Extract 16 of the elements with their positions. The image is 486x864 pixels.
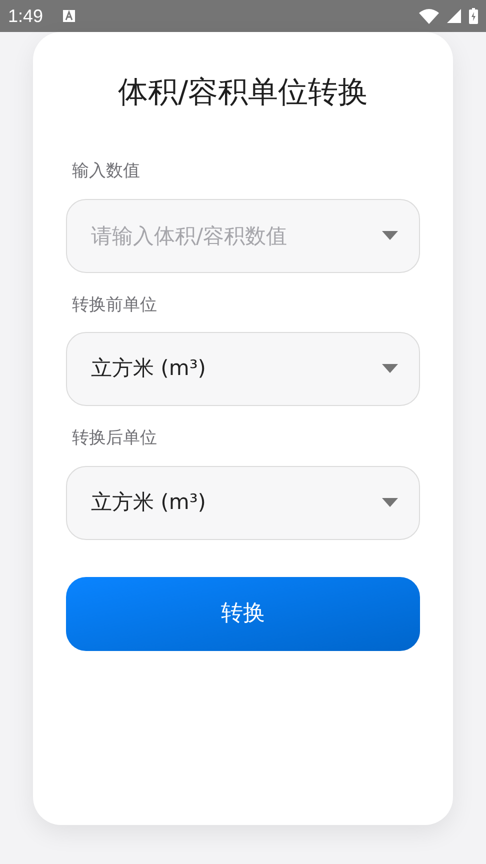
dropdown-caret-icon: [382, 230, 398, 240]
battery-icon: [469, 8, 478, 24]
dropdown-caret-icon: [382, 498, 398, 508]
notification-icon: [63, 10, 76, 22]
page-title: 体积/容积单位转换: [116, 74, 370, 112]
signal-icon: [447, 9, 461, 23]
input-field[interactable]: 请输入体积/容积数值: [66, 198, 420, 272]
convert-button[interactable]: 转换: [66, 576, 420, 650]
field-label: 转换后单位: [72, 427, 158, 450]
status-time: 1:49: [8, 4, 44, 28]
wifi-icon: [419, 8, 439, 24]
unit-select[interactable]: 立方米 (m³): [66, 466, 420, 540]
unit-select[interactable]: 立方米 (m³): [66, 332, 420, 406]
field-label: 输入数值: [72, 160, 141, 183]
dropdown-caret-icon: [382, 364, 398, 374]
field-label: 转换前单位: [72, 294, 158, 316]
